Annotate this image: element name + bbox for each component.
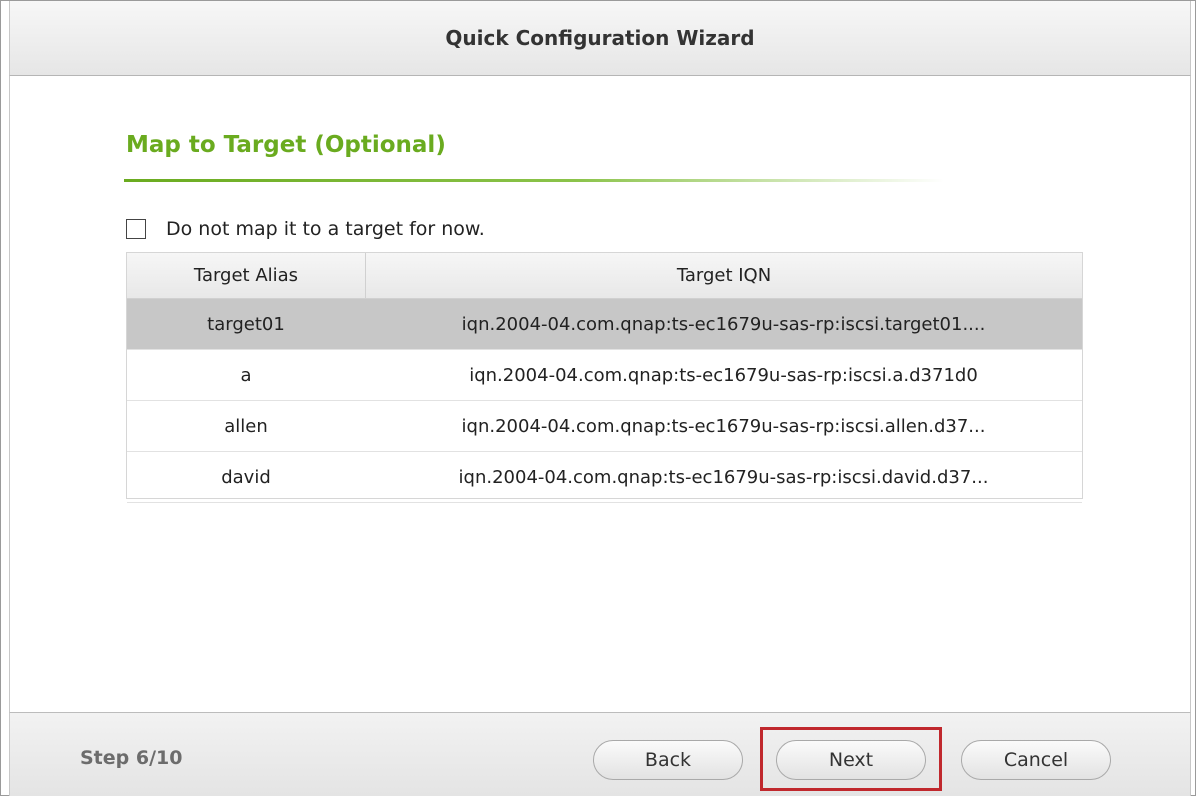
- skip-mapping-option[interactable]: Do not map it to a target for now.: [126, 218, 485, 240]
- target-alias-cell: a: [240, 364, 252, 386]
- table-header: Target Alias Target IQN: [127, 253, 1082, 299]
- target-alias-cell: allen: [224, 415, 268, 437]
- skip-mapping-label[interactable]: Do not map it to a target for now.: [166, 218, 485, 240]
- title-bar: Quick Configuration Wizard: [9, 1, 1191, 76]
- skip-mapping-checkbox[interactable]: [126, 219, 146, 239]
- column-header-target-iqn[interactable]: Target IQN: [366, 253, 1082, 298]
- back-button[interactable]: Back: [593, 740, 743, 780]
- target-iqn-cell: iqn.2004-04.com.qnap:ts-ec1679u-sas-rp:i…: [461, 415, 986, 437]
- target-alias-cell: target01: [207, 313, 285, 335]
- target-table: Target Alias Target IQN target01 iqn.200…: [126, 252, 1083, 503]
- target-alias-cell: david: [221, 466, 271, 488]
- table-row[interactable]: allen iqn.2004-04.com.qnap:ts-ec1679u-sa…: [127, 401, 1082, 452]
- table-row[interactable]: a iqn.2004-04.com.qnap:ts-ec1679u-sas-rp…: [127, 350, 1082, 401]
- column-header-target-alias[interactable]: Target Alias: [127, 253, 366, 298]
- target-iqn-cell: iqn.2004-04.com.qnap:ts-ec1679u-sas-rp:i…: [458, 466, 989, 488]
- table-row[interactable]: target01 iqn.2004-04.com.qnap:ts-ec1679u…: [127, 299, 1082, 350]
- step-indicator: Step 6/10: [80, 747, 183, 769]
- target-iqn-cell: iqn.2004-04.com.qnap:ts-ec1679u-sas-rp:i…: [461, 313, 986, 335]
- cancel-button[interactable]: Cancel: [961, 740, 1111, 780]
- wizard-content: Map to Target (Optional) Do not map it t…: [9, 76, 1191, 712]
- target-iqn-cell: iqn.2004-04.com.qnap:ts-ec1679u-sas-rp:i…: [469, 364, 978, 386]
- wizard-footer: Step 6/10 Back Next Cancel: [9, 712, 1191, 796]
- table-row[interactable]: david iqn.2004-04.com.qnap:ts-ec1679u-sa…: [127, 452, 1082, 503]
- dialog-title: Quick Configuration Wizard: [445, 26, 755, 50]
- next-button[interactable]: Next: [776, 740, 926, 780]
- wizard-dialog: Quick Configuration Wizard Map to Target…: [0, 0, 1196, 796]
- section-title: Map to Target (Optional): [126, 132, 446, 158]
- section-divider: [124, 179, 944, 182]
